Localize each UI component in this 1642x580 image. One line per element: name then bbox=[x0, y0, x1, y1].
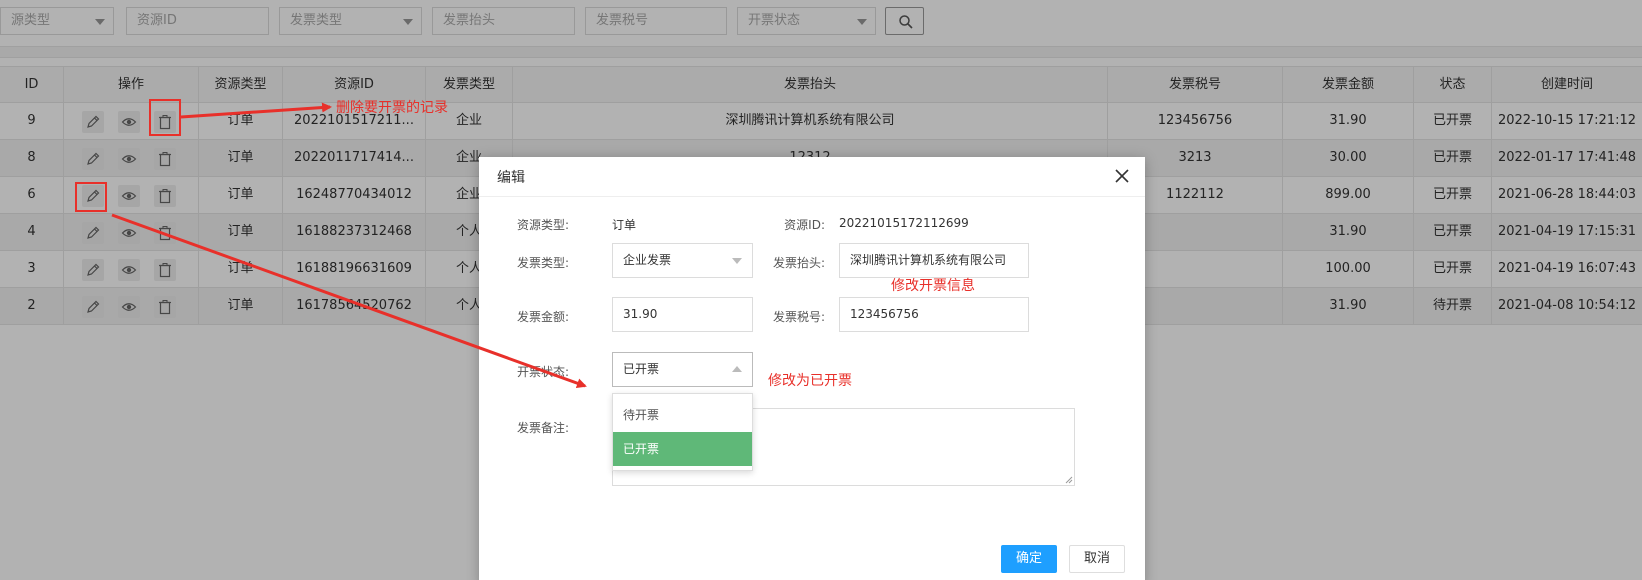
delete-note: 删除要开票的记录 bbox=[336, 100, 448, 116]
annotation-arrows bbox=[111, 102, 587, 388]
edit-note: 修改开票信息 bbox=[891, 278, 975, 294]
status-note: 修改为已开票 bbox=[768, 373, 852, 389]
arrow-to-delete-note bbox=[180, 102, 332, 119]
arrow-to-status bbox=[111, 213, 587, 388]
